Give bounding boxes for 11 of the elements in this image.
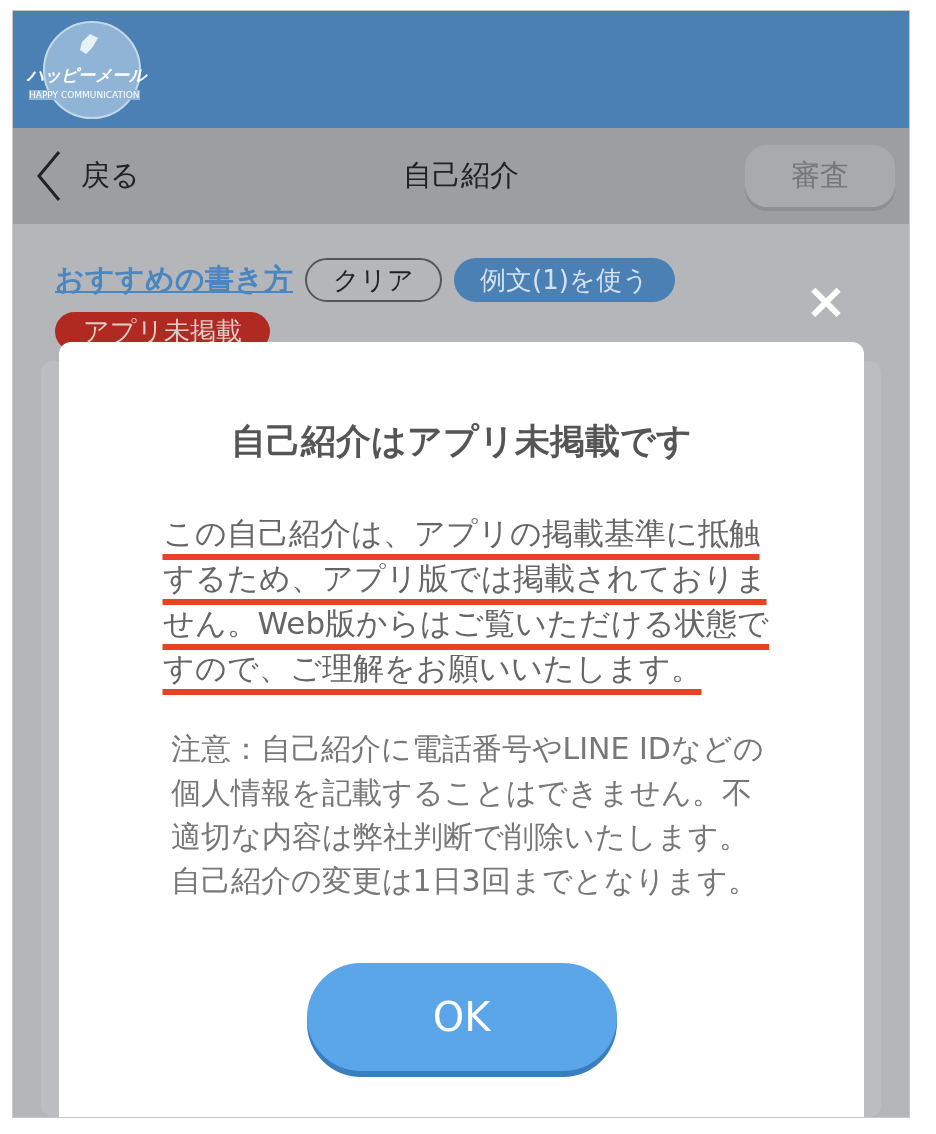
close-button[interactable]: × xyxy=(805,276,847,326)
writing-guide-link[interactable]: おすすめの書き方 xyxy=(55,260,293,300)
dialog-message: この自己紹介は、アプリの掲載基準に抵触するため、アプリ版では掲載されておりません。Web版からはご覧いただける状態ですので、ご理解をお願いいたします。 xyxy=(162,514,771,688)
back-chevron-icon xyxy=(35,150,63,202)
dialog-note: 注意：自己紹介に電話番号やLINE IDなどの個人情報を記載することはできません。不適切な内容は弊社判断で削除いたします。自己紹介の変更は1日3回までとなります。 xyxy=(170,730,765,900)
clear-button[interactable]: クリア xyxy=(305,258,442,302)
back-button[interactable]: 戻る xyxy=(35,150,140,202)
screen-title: 自己紹介 xyxy=(402,157,520,194)
dialog-title: 自己紹介はアプリ未掲載です xyxy=(231,420,692,463)
use-example-button[interactable]: 例文(1)を使う xyxy=(454,258,675,302)
logo-tagline: HAPPY COMMUNICATION xyxy=(29,89,140,100)
